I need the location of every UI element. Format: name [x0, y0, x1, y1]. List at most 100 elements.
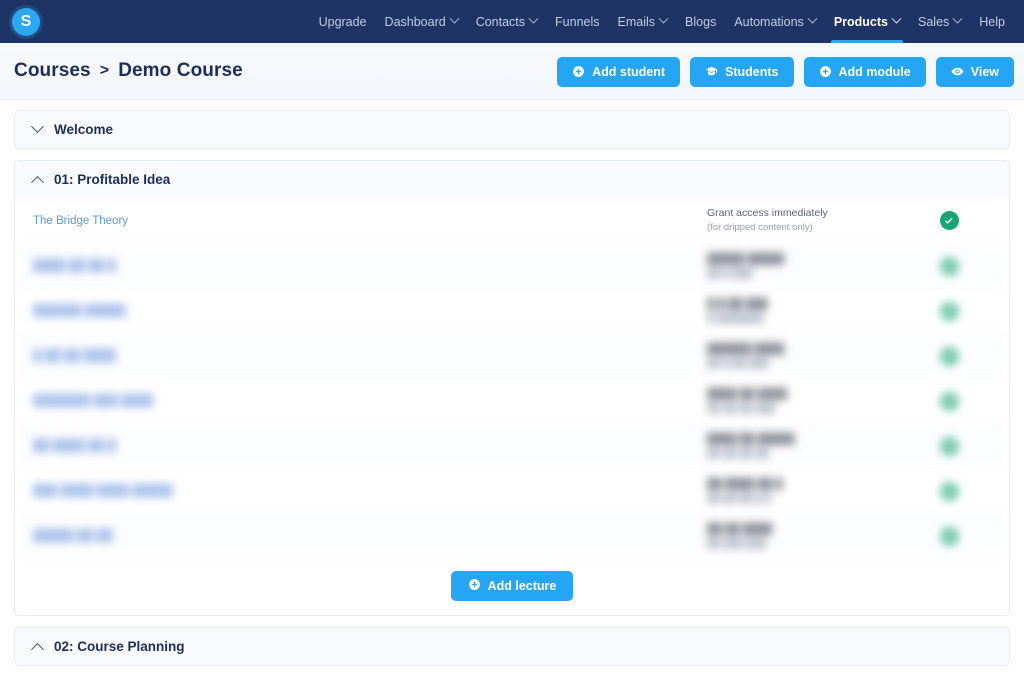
nav-item-label: Automations [734, 14, 804, 29]
button-label: Add module [838, 64, 911, 79]
drip-access-label: Grant access immediately (for dripped con… [707, 206, 907, 235]
lecture-title[interactable]: ███████ ███ ████ [33, 395, 707, 407]
module-header[interactable]: 01: Profitable Idea [15, 161, 1009, 198]
course-modules-list: Welcome 01: Profitable Idea The Bridge The… [0, 100, 1024, 677]
plus-circle-icon [468, 578, 481, 594]
chevron-down-icon[interactable] [31, 120, 44, 134]
nav-item-funnels[interactable]: Funnels [546, 0, 608, 43]
drip-access-label: ████ ██ █████ ██ ██ ██ ██ [707, 432, 907, 461]
lecture-title[interactable]: ███ ████ ████ █████ [33, 485, 707, 497]
page-header-actions: Add student Students Add module View [557, 43, 1024, 100]
check-circle-icon [939, 346, 959, 366]
chevron-up-icon[interactable] [31, 642, 44, 656]
drip-access-main: █████ █████ [707, 252, 785, 265]
drip-access-sub: (for dripped content only) [707, 222, 813, 234]
grant-access-toggle[interactable] [907, 346, 991, 366]
lecture-row[interactable]: █ ██ ██ ████ ██████ ████ ██ █ ██ ███ [15, 333, 1009, 378]
button-label: Students [725, 64, 779, 79]
page-header: Courses > Demo Course Add student Student… [0, 43, 1024, 100]
nav-item-products[interactable]: Products [825, 0, 909, 43]
nav-item-label: Emails [617, 14, 656, 29]
module-body: The Bridge Theory Grant access immediatel… [15, 198, 1009, 558]
check-circle-icon [939, 436, 959, 456]
chevron-up-icon[interactable] [31, 175, 44, 189]
check-circle-icon [939, 301, 959, 321]
breadcrumb-separator: > [99, 62, 110, 79]
chevron-down-icon [891, 13, 902, 24]
check-circle-icon [939, 211, 959, 230]
eye-icon [951, 65, 964, 78]
module: 02: Course Planning [14, 627, 1010, 666]
nav-item-label: Products [833, 14, 888, 29]
drip-access-sub: ██ █ ███ [707, 267, 753, 279]
grant-access-toggle[interactable] [907, 301, 991, 321]
add-lecture-button[interactable]: Add lecture [450, 571, 574, 601]
button-label: View [970, 64, 999, 79]
grant-access-toggle[interactable] [907, 391, 991, 411]
check-circle-icon [939, 526, 959, 546]
module: 01: Profitable Idea The Bridge Theory Gran… [14, 160, 1010, 616]
lecture-title[interactable]: █████ ██ ██ [33, 530, 707, 542]
lecture-row[interactable]: ██████ █████ █ █ ██ ███ █ ███████ [15, 288, 1009, 333]
module-header[interactable]: Welcome [15, 111, 1009, 148]
drip-access-sub: ██ ██ ██ ███ [707, 402, 776, 414]
app-logo[interactable]: S [12, 7, 40, 36]
lecture-title[interactable]: The Bridge Theory [33, 215, 707, 227]
add-module-button[interactable]: Add module [803, 56, 926, 87]
drip-access-label: █ █ ██ ███ █ ███████ [707, 297, 907, 326]
top-navigation-bar: S Upgrade Dashboard Contacts Funnels Emails B… [0, 0, 1024, 43]
main-nav: Upgrade Dashboard Contacts Funnels Emails Blo… [310, 0, 1014, 43]
lecture-row[interactable]: █████ ██ ██ ██ ██ ████ ██ ███ ███ [15, 513, 1009, 558]
button-label: Add lecture [487, 579, 557, 593]
nav-item-label: Funnels [555, 14, 600, 29]
view-button[interactable]: View [935, 56, 1014, 87]
nav-item-label: Help [979, 14, 1005, 29]
drip-access-main: █ █ ██ ███ [707, 297, 768, 310]
drip-access-label: ████ ██ ████ ██ ██ ██ ███ [707, 387, 907, 416]
nav-item-dashboard[interactable]: Dashboard [376, 0, 467, 43]
chevron-down-icon [952, 13, 963, 24]
add-lecture-container: Add lecture [15, 558, 1009, 615]
grant-access-toggle[interactable] [907, 436, 991, 456]
module-title: Welcome [54, 122, 114, 137]
lecture-row[interactable]: ███ ████ ████ █████ ██ ████ ██ █ ██ ██ ██ … [15, 468, 1009, 513]
chevron-down-icon [449, 13, 460, 24]
nav-item-automations[interactable]: Automations [725, 0, 824, 43]
grant-access-toggle[interactable] [907, 211, 991, 230]
button-label: Add student [592, 64, 666, 79]
grant-access-toggle[interactable] [907, 526, 991, 546]
lecture-row[interactable]: The Bridge Theory Grant access immediatel… [15, 198, 1009, 243]
grant-access-toggle[interactable] [907, 256, 991, 276]
nav-item-blogs[interactable]: Blogs [676, 0, 725, 43]
nav-item-emails[interactable]: Emails [609, 0, 677, 43]
drip-access-label: ██ ██ ████ ██ ███ ███ [707, 522, 907, 551]
nav-item-label: Sales [918, 14, 950, 29]
chevron-down-icon [658, 13, 669, 24]
plus-circle-icon [819, 65, 832, 78]
nav-item-help[interactable]: Help [970, 0, 1014, 43]
module-header[interactable]: 02: Course Planning [15, 628, 1009, 665]
students-button[interactable]: Students [690, 56, 794, 87]
lecture-row[interactable]: ██ ████ ██ █ ████ ██ █████ ██ ██ ██ ██ [15, 423, 1009, 468]
drip-access-main: Grant access immediately [707, 207, 828, 219]
nav-item-upgrade[interactable]: Upgrade [310, 0, 376, 43]
breadcrumb-parent[interactable]: Courses [14, 60, 91, 82]
drip-access-main: ████ ██ ████ [707, 387, 788, 400]
drip-access-sub: ██ ██ ██ ██ [707, 447, 769, 459]
lecture-title[interactable]: ████ ██ ██ █ [33, 260, 707, 272]
page-title: Demo Course [118, 60, 243, 81]
graduation-cap-icon [705, 65, 718, 78]
grant-access-toggle[interactable] [907, 481, 991, 501]
add-student-button[interactable]: Add student [557, 56, 681, 87]
nav-item-sales[interactable]: Sales [909, 0, 970, 43]
lecture-title[interactable]: ██ ████ ██ █ [33, 440, 707, 452]
lecture-title[interactable]: █ ██ ██ ████ [33, 350, 707, 362]
lecture-row[interactable]: ███████ ███ ████ ████ ██ ████ ██ ██ ██ ███ [15, 378, 1009, 423]
breadcrumb: Courses > Demo Course [14, 60, 243, 82]
lecture-title[interactable]: ██████ █████ [33, 305, 707, 317]
lecture-row[interactable]: ████ ██ ██ █ █████ █████ ██ █ ███ [15, 243, 1009, 288]
nav-item-contacts[interactable]: Contacts [467, 0, 546, 43]
drip-access-main: ████ ██ █████ [707, 432, 795, 445]
drip-access-main: ██████ ████ [707, 342, 785, 355]
drip-access-main: ██ ████ ██ █ [707, 477, 783, 490]
